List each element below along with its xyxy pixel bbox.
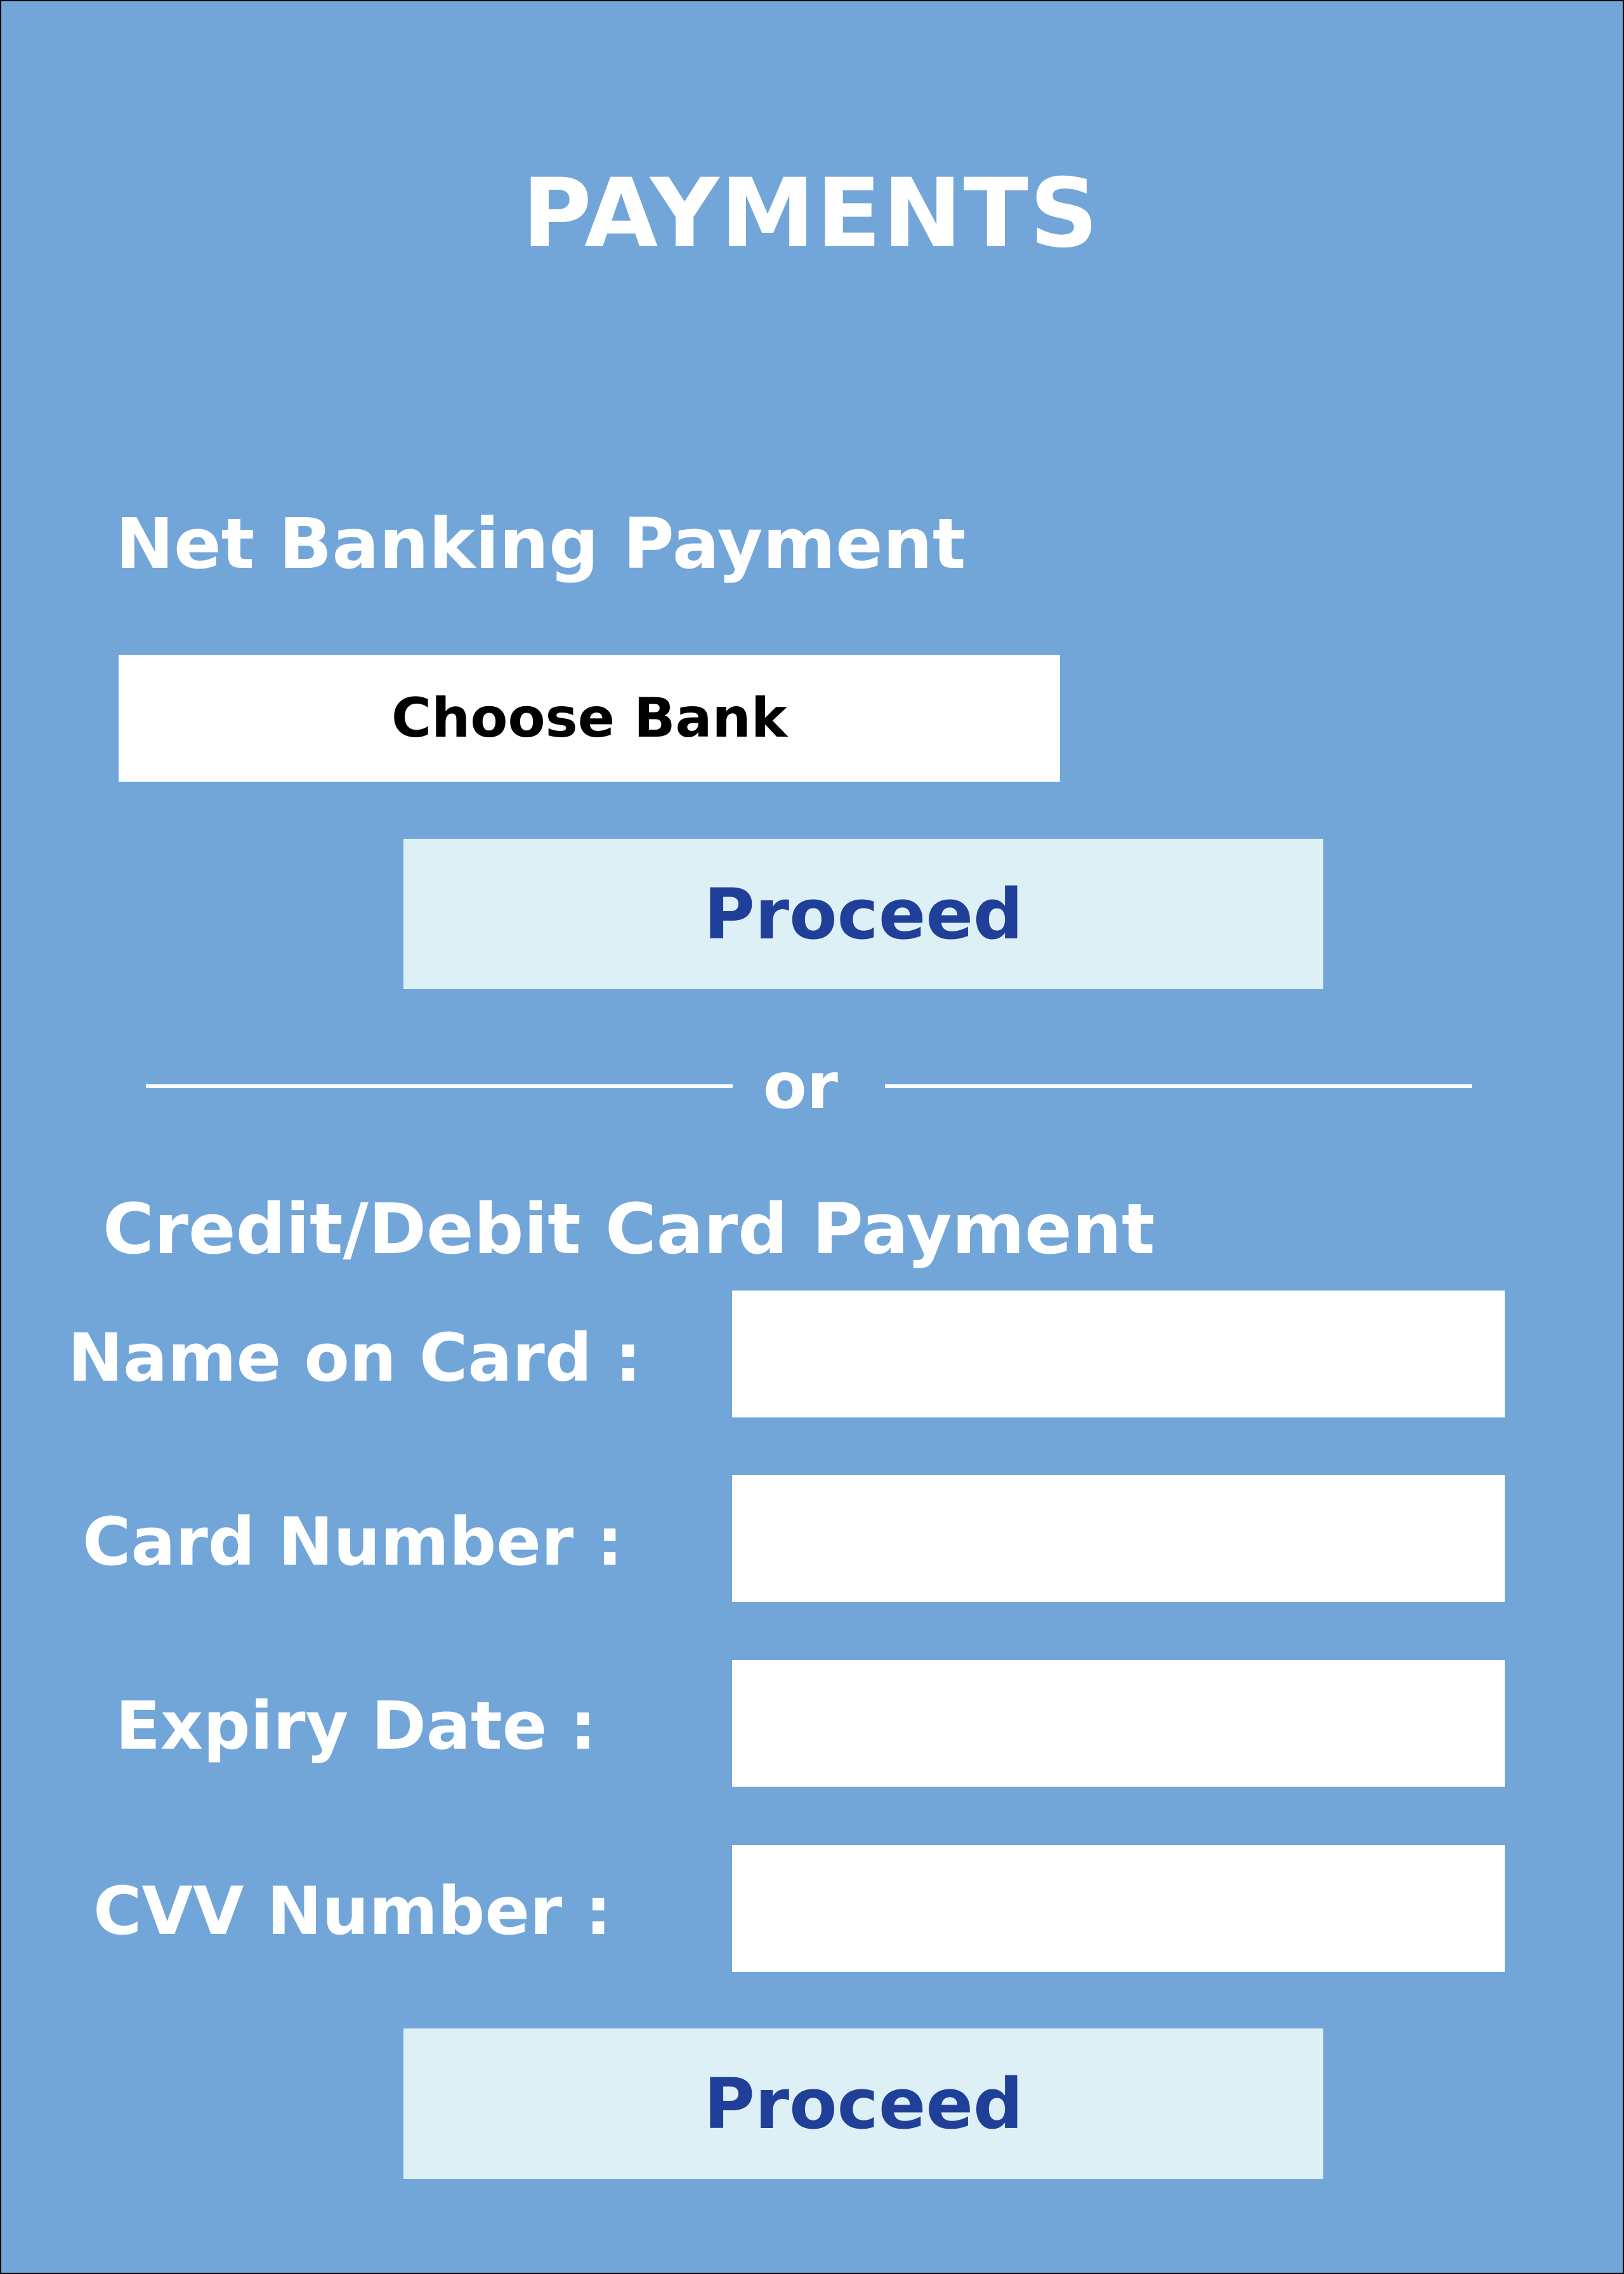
cvv-number-input[interactable] [732,1845,1505,1972]
page-title: PAYMENTS [521,159,1100,269]
card-number-input[interactable] [732,1475,1505,1602]
net-banking-proceed-label: Proceed [704,873,1023,955]
expiry-date-label: Expiry Date : [115,1687,597,1765]
payments-screen: PAYMENTS Net Banking Payment Choose Bank… [0,0,1624,2274]
cvv-number-label: CVV Number : [93,1872,612,1950]
name-on-card-input[interactable] [732,1291,1505,1417]
name-on-card-label: Name on Card : [68,1319,642,1397]
net-banking-heading: Net Banking Payment [115,503,966,584]
card-proceed-button[interactable]: Proceed [403,2028,1323,2179]
card-payment-heading: Credit/Debit Card Payment [103,1188,1155,1270]
net-banking-proceed-button[interactable]: Proceed [403,839,1323,989]
card-number-label: Card Number : [82,1503,623,1581]
choose-bank-label: Choose Bank [391,687,787,750]
or-separator-text: or [763,1049,839,1123]
card-proceed-label: Proceed [704,2063,1023,2145]
choose-bank-dropdown[interactable]: Choose Bank [119,655,1060,782]
divider-line-left [146,1084,733,1088]
expiry-date-input[interactable] [732,1660,1505,1787]
divider-line-right [885,1084,1472,1088]
